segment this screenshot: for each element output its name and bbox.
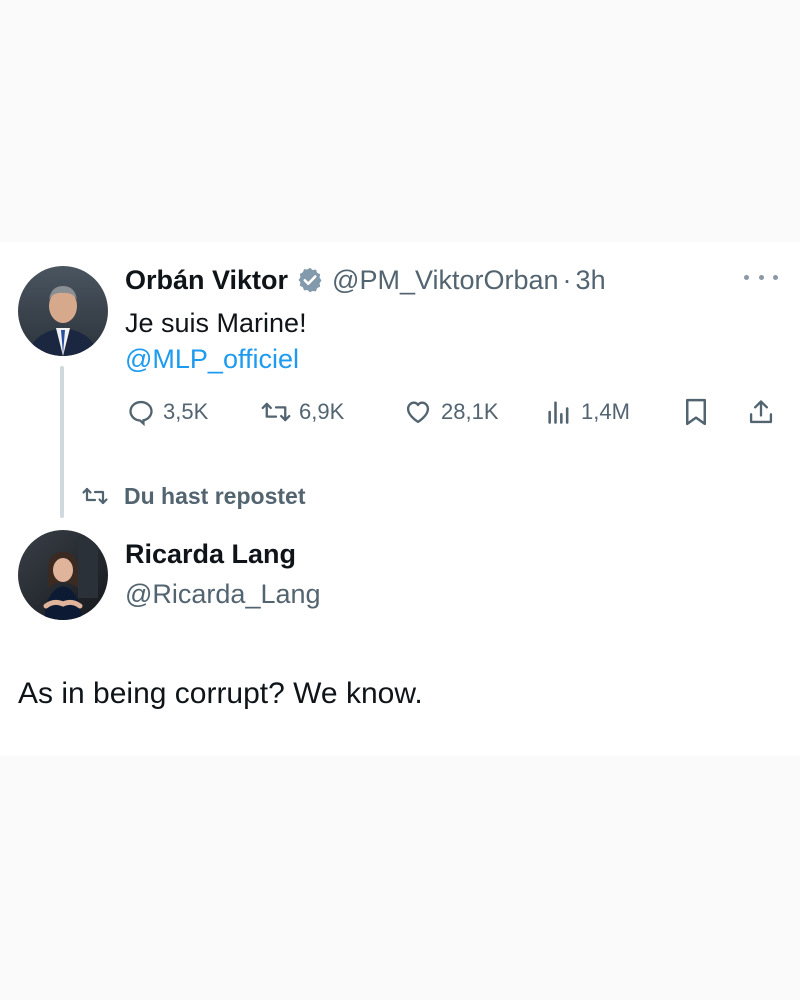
author-avatar[interactable] [18, 266, 108, 356]
repost-count: 6,9K [299, 399, 345, 424]
tweet-card[interactable]: Orbán Viktor @PM_ViktorOrban · 3h Je sui… [0, 242, 800, 756]
reply-button[interactable]: 3,5K [127, 392, 208, 432]
views-button[interactable]: 1,4M [545, 392, 630, 432]
tweet-header: Orbán Viktor @PM_ViktorOrban · 3h [125, 260, 606, 300]
verified-badge-icon [296, 266, 324, 294]
bookmark-icon [686, 398, 706, 426]
views-icon [548, 401, 569, 424]
more-dot [758, 274, 764, 280]
repost-icon [261, 402, 291, 422]
author-name[interactable]: Orbán Viktor [125, 265, 288, 296]
avatar-image-icon [18, 530, 108, 620]
thread-connector-line [60, 366, 64, 518]
like-count: 28,1K [441, 399, 499, 424]
reply-icon [129, 400, 153, 426]
share-button[interactable] [747, 392, 775, 432]
reply-author-name[interactable]: Ricarda Lang [125, 536, 296, 572]
repost-context-label: Du hast repostet [124, 482, 306, 509]
bookmark-button[interactable] [683, 392, 709, 432]
more-options-icon[interactable] [744, 264, 778, 290]
like-button[interactable]: 28,1K [403, 392, 499, 432]
mention-link[interactable]: @MLP_officiel [125, 340, 299, 378]
author-handle[interactable]: @PM_ViktorOrban [332, 265, 559, 296]
more-dot [773, 274, 778, 280]
repost-context: Du hast repostet [80, 478, 305, 514]
avatar-image-icon [18, 266, 108, 356]
reply-count: 3,5K [163, 399, 209, 424]
share-icon [749, 400, 773, 424]
repost-button[interactable]: 6,9K [261, 392, 344, 432]
repost-icon [82, 487, 108, 505]
page: Orbán Viktor @PM_ViktorOrban · 3h Je sui… [0, 0, 800, 1000]
reply-text: As in being corrupt? We know. [18, 677, 423, 710]
more-dot [744, 274, 749, 280]
action-bar: 3,5K 6,9K 28,1K 1,4M [125, 392, 785, 432]
view-count: 1,4M [581, 399, 630, 424]
timestamp[interactable]: 3h [576, 265, 606, 296]
like-icon [406, 401, 430, 424]
reply-author-handle[interactable]: @Ricarda_Lang [125, 576, 321, 612]
reply-author-avatar[interactable] [18, 530, 108, 620]
tweet-text: Je suis Marine! [125, 308, 307, 338]
separator-dot: · [562, 264, 572, 295]
